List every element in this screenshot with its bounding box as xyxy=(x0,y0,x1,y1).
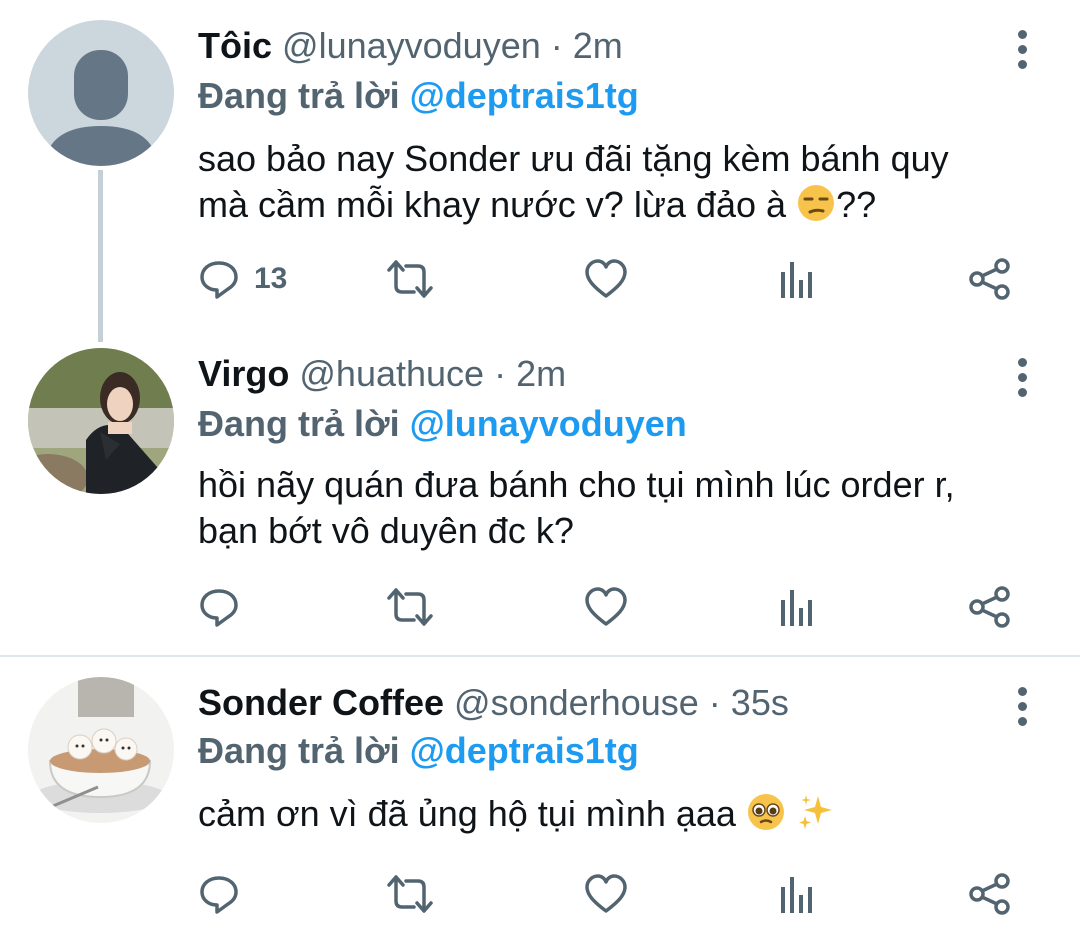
timestamp[interactable]: 2m xyxy=(516,353,566,394)
avatar[interactable] xyxy=(28,348,174,494)
more-options-icon[interactable] xyxy=(1016,687,1028,732)
reply-button[interactable] xyxy=(198,869,240,919)
handle[interactable]: @huathuce xyxy=(299,353,484,394)
tweet-text: sao bảo nay Sonder ưu đãi tặng kèm bánh … xyxy=(198,136,949,228)
retweet-icon xyxy=(387,260,433,298)
like-button[interactable] xyxy=(584,869,628,919)
share-icon xyxy=(969,586,1010,628)
tweet-text-line: hồi nãy quán đưa bánh cho tụi mình lúc o… xyxy=(198,464,955,505)
share-button[interactable] xyxy=(968,582,1012,632)
unamused-face-emoji xyxy=(798,185,835,221)
separator-dot: · xyxy=(708,682,721,723)
separator-dot: · xyxy=(494,353,507,394)
reply-icon xyxy=(200,589,238,627)
share-button[interactable] xyxy=(968,869,1012,919)
replying-prefix: Đang trả lời xyxy=(198,75,400,116)
tweet-header: Sonder Coffee @sonderhouse · 35s xyxy=(198,681,789,725)
tweet-text-segment: cảm ơn vì đã ủng hộ tụi mình ạaa xyxy=(198,793,736,834)
tweet-header: Virgo @huathuce · 2m xyxy=(198,352,566,396)
reply-icon xyxy=(200,261,238,299)
sparkles-emoji xyxy=(798,795,832,829)
tweet-text-line: bạn bớt vô duyên đc k? xyxy=(198,510,574,551)
handle[interactable]: @lunayvoduyen xyxy=(282,25,541,66)
tweet-text: cảm ơn vì đã ủng hộ tụi mình ạaa xyxy=(198,791,836,837)
timestamp[interactable]: 35s xyxy=(731,682,789,723)
like-button[interactable] xyxy=(584,582,628,632)
replying-to: Đang trả lời @deptrais1tg xyxy=(198,729,639,773)
avatar[interactable] xyxy=(28,677,174,823)
tweet-text-line: mà cầm mỗi khay nước v? lừa đảo à ?? xyxy=(198,182,949,228)
tweet[interactable]: Tôic @lunayvoduyen · 2m Đang trả lời @de… xyxy=(0,0,1080,342)
replying-to: Đang trả lời @deptrais1tg xyxy=(198,74,639,118)
analytics-button[interactable] xyxy=(778,254,816,304)
pleading-face-emoji xyxy=(747,794,784,830)
action-bar xyxy=(198,869,1018,919)
reply-icon xyxy=(200,876,238,914)
analytics-icon xyxy=(781,262,812,298)
display-name[interactable]: Tôic xyxy=(198,25,272,66)
mention-link[interactable]: @deptrais1tg xyxy=(410,75,639,116)
like-icon xyxy=(585,874,627,913)
tweet-text-segment: ?? xyxy=(836,184,877,225)
tweet-text: hồi nãy quán đưa bánh cho tụi mình lúc o… xyxy=(198,462,955,554)
share-button[interactable] xyxy=(968,254,1012,304)
analytics-icon xyxy=(781,877,812,913)
reply-count: 13 xyxy=(254,262,288,295)
replying-to: Đang trả lời @lunayvoduyen xyxy=(198,402,687,446)
handle[interactable]: @sonderhouse xyxy=(454,682,699,723)
tweet[interactable]: Sonder Coffee @sonderhouse · 35s Đang tr… xyxy=(0,657,1080,930)
tweet-text-line: sao bảo nay Sonder ưu đãi tặng kèm bánh … xyxy=(198,138,949,179)
retweet-button[interactable] xyxy=(386,582,434,632)
retweet-button[interactable] xyxy=(386,869,434,919)
avatar[interactable] xyxy=(28,20,174,166)
mention-link[interactable]: @lunayvoduyen xyxy=(410,403,687,444)
profile-photo-icon xyxy=(28,348,174,494)
retweet-button[interactable] xyxy=(386,254,434,304)
default-avatar-icon xyxy=(28,20,174,166)
separator-dot: · xyxy=(550,25,563,66)
retweet-icon xyxy=(387,875,433,913)
share-icon xyxy=(969,873,1010,915)
action-bar xyxy=(198,582,1018,632)
thread-line xyxy=(98,170,103,342)
analytics-icon xyxy=(781,590,812,626)
like-icon xyxy=(585,587,627,626)
like-button[interactable] xyxy=(584,254,628,304)
tweet-text-line: cảm ơn vì đã ủng hộ tụi mình ạaa xyxy=(198,791,836,837)
tweet-header: Tôic @lunayvoduyen · 2m xyxy=(198,24,623,68)
replying-prefix: Đang trả lời xyxy=(198,730,400,771)
like-icon xyxy=(585,259,627,298)
replying-prefix: Đang trả lời xyxy=(198,403,400,444)
share-icon xyxy=(969,258,1010,300)
mention-link[interactable]: @deptrais1tg xyxy=(410,730,639,771)
timestamp[interactable]: 2m xyxy=(573,25,623,66)
tweet[interactable]: Virgo @huathuce · 2m Đang trả lời @lunay… xyxy=(0,340,1080,655)
display-name[interactable]: Virgo xyxy=(198,353,289,394)
analytics-button[interactable] xyxy=(778,582,816,632)
more-options-icon[interactable] xyxy=(1016,358,1028,403)
retweet-icon xyxy=(387,588,433,626)
display-name[interactable]: Sonder Coffee xyxy=(198,682,444,723)
reply-button[interactable]: 13 xyxy=(198,254,287,304)
tweet-text-segment: mà cầm mỗi khay nước v? lừa đảo à xyxy=(198,184,787,225)
more-options-icon[interactable] xyxy=(1016,30,1028,75)
analytics-button[interactable] xyxy=(778,869,816,919)
profile-photo-icon xyxy=(28,677,174,823)
action-bar: 13 xyxy=(198,254,1018,304)
reply-button[interactable] xyxy=(198,582,240,632)
